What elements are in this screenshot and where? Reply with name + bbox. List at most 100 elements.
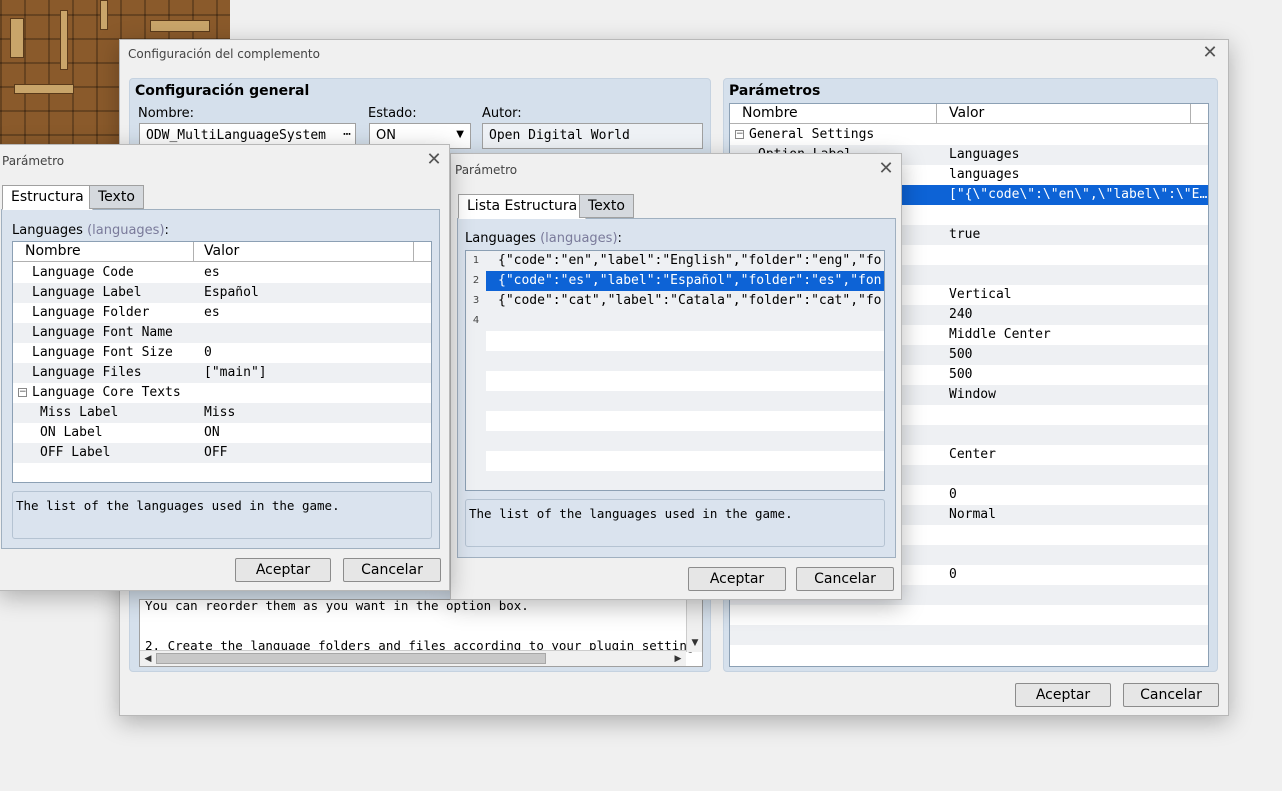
cancel-button[interactable]: Cancelar	[1123, 683, 1219, 707]
tab-text[interactable]: Texto	[579, 194, 634, 218]
cancel-button[interactable]: Cancelar	[796, 567, 894, 591]
collapse-icon[interactable]: −	[18, 388, 27, 397]
arrow-down-icon[interactable]: ▼	[688, 636, 702, 650]
collapse-icon[interactable]: −	[735, 130, 744, 139]
field-name: Language Font Name	[32, 325, 173, 340]
line-number: 3	[472, 295, 480, 306]
col-header-name: Nombre	[742, 105, 798, 121]
param-value: 500	[949, 347, 973, 362]
name-label: Nombre:	[138, 106, 195, 121]
list-item[interactable]: {"code":"es","label":"Español","folder":…	[486, 271, 884, 291]
param-name: General Settings	[749, 127, 875, 142]
list-item[interactable]	[486, 431, 884, 451]
list-item[interactable]: {"code":"cat","label":"Catala","folder":…	[486, 291, 884, 311]
help-text-area[interactable]: You can reorder them as you want in the …	[139, 599, 703, 667]
field-name: Language Label	[32, 285, 142, 300]
field-name: ON Label	[40, 425, 103, 440]
languages-list: 1 {"code":"en","label":"English","folder"…	[465, 250, 885, 491]
col-header-value: Valor	[204, 243, 240, 259]
author-field[interactable]: Open Digital World	[482, 123, 703, 149]
table-row[interactable]: Miss Label Miss	[13, 403, 431, 423]
arrow-right-icon[interactable]: ▶	[671, 652, 685, 666]
chevron-down-icon: ▼	[456, 129, 464, 140]
table-row[interactable]: Language Font Size 0	[13, 343, 431, 363]
table-row[interactable]: OFF Label OFF	[13, 443, 431, 463]
param-value: 240	[949, 307, 973, 322]
table-header: Nombre Valor	[13, 242, 431, 262]
languages-field-label: Languages (languages):	[465, 231, 622, 246]
list-item[interactable]	[486, 391, 884, 411]
field-name: Language Core Texts	[32, 385, 181, 400]
author-value: Open Digital World	[489, 128, 630, 143]
tab-text[interactable]: Texto	[89, 185, 144, 209]
param-value: true	[949, 227, 981, 242]
languages-list-rows: 1 {"code":"en","label":"English","folder"…	[466, 251, 884, 490]
table-row[interactable]: − Language Core Texts	[13, 383, 431, 403]
col-header-value: Valor	[949, 105, 985, 121]
line-gutter	[466, 251, 486, 490]
line-number: 2	[472, 275, 480, 286]
cancel-button[interactable]: Cancelar	[343, 558, 441, 582]
list-item[interactable]	[486, 371, 884, 391]
tab-list-structure[interactable]: Lista Estructura	[458, 194, 587, 219]
table-row[interactable]: ON Label ON	[13, 423, 431, 443]
arrow-left-icon[interactable]: ◀	[141, 652, 155, 666]
line-number: 4	[472, 315, 480, 326]
vertical-scrollbar[interactable]: ▼	[686, 600, 702, 652]
ellipsis-icon[interactable]: ⋯	[343, 127, 351, 142]
ok-button[interactable]: Aceptar	[688, 567, 786, 591]
general-settings-title: Configuración general	[135, 83, 310, 99]
status-label: Estado:	[368, 106, 417, 121]
table-row[interactable]: Language Font Name	[13, 323, 431, 343]
parameters-title: Parámetros	[729, 83, 821, 99]
ok-button[interactable]: Aceptar	[1015, 683, 1111, 707]
tab-structure[interactable]: Estructura	[2, 185, 93, 210]
scrollbar-thumb[interactable]	[156, 653, 546, 664]
line-number: 1	[472, 255, 480, 266]
structure-table: Nombre Valor Language Code es Language Lab…	[12, 241, 432, 483]
list-item[interactable]	[486, 411, 884, 431]
ok-button[interactable]: Aceptar	[235, 558, 331, 582]
field-value: ON	[204, 425, 220, 440]
dialog-title: Parámetro	[455, 163, 518, 177]
list-item[interactable]	[486, 451, 884, 471]
list-item[interactable]	[486, 331, 884, 351]
list-item[interactable]	[486, 471, 884, 490]
description-box: The list of the languages used in the ga…	[465, 499, 885, 547]
param-value: Window	[949, 387, 996, 402]
list-item[interactable]	[486, 351, 884, 371]
param-value: ["{\"code\":\"en\",\"label\":\"E…	[949, 187, 1207, 202]
description-box: The list of the languages used in the ga…	[12, 491, 432, 539]
field-name: Language Code	[32, 265, 134, 280]
list-item-text: {"code":"es","label":"Español","folder":…	[498, 273, 882, 288]
field-name: Language Folder	[32, 305, 150, 320]
table-row[interactable]	[730, 605, 1208, 625]
field-name: OFF Label	[40, 445, 111, 460]
list-item[interactable]: {"code":"en","label":"English","folder":…	[486, 251, 884, 271]
param-value: languages	[949, 167, 1020, 182]
field-name: Language Files	[32, 365, 142, 380]
dialog-title: Parámetro	[2, 154, 65, 168]
list-item[interactable]	[486, 311, 884, 331]
close-icon[interactable]: ✕	[424, 150, 444, 170]
table-row[interactable]: Language Label Español	[13, 283, 431, 303]
window-title: Configuración del complemento	[128, 47, 320, 61]
close-icon[interactable]: ✕	[876, 159, 896, 179]
table-row[interactable]: Language Files ["main"]	[13, 363, 431, 383]
table-row[interactable]: Language Folder es	[13, 303, 431, 323]
parameter-structure-dialog: Parámetro ✕ Estructura Texto Languages (…	[0, 144, 450, 591]
param-value: 0	[949, 567, 957, 582]
table-row[interactable]: − General Settings	[730, 125, 1208, 145]
list-item-text: {"code":"en","label":"English","folder":…	[498, 253, 882, 268]
param-value: Normal	[949, 507, 996, 522]
table-row[interactable]: Language Code es	[13, 263, 431, 283]
status-value: ON	[376, 128, 396, 143]
structure-rows: Language Code es Language Label Español Lang…	[13, 263, 431, 482]
horizontal-scrollbar[interactable]: ◀ ▶	[140, 650, 686, 666]
field-name: Language Font Size	[32, 345, 173, 360]
param-value: Middle Center	[949, 327, 1051, 342]
parameter-list-dialog: Parámetro ✕ Lista Estructura Texto Langu…	[450, 153, 902, 600]
param-value: 500	[949, 367, 973, 382]
table-row[interactable]	[730, 625, 1208, 645]
close-icon[interactable]: ✕	[1200, 43, 1220, 63]
